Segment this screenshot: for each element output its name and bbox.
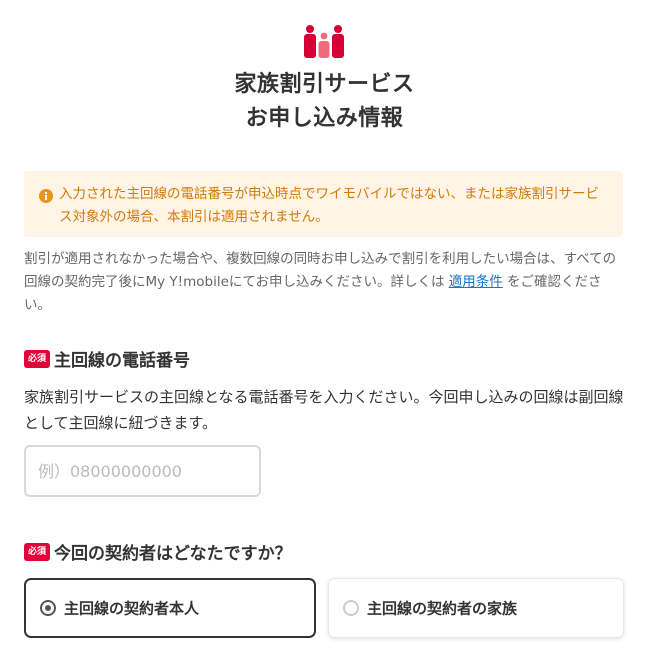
main-line-section-title: 必須 主回線の電話番号 bbox=[24, 346, 190, 371]
terms-link[interactable]: 適用条件 bbox=[449, 274, 503, 290]
info-icon bbox=[39, 189, 53, 203]
radio-unselected-icon[interactable] bbox=[343, 600, 359, 616]
discount-description: 割引が適用されなかった場合や、複数回線の同時お申し込みで割引を利用したい場合は、… bbox=[24, 248, 624, 317]
page-title-line2: お申し込み情報 bbox=[245, 106, 404, 131]
main-line-label: 主回線の電話番号 bbox=[54, 351, 191, 371]
contractor-question-label: 今回の契約者はどなたですか？ bbox=[54, 544, 292, 564]
option-label: 主回線の契約者の家族 bbox=[367, 599, 518, 618]
main-line-description: 家族割引サービスの主回線となる電話番号を入力ください。今回申し込みの回線は副回線… bbox=[24, 388, 624, 432]
option-label: 主回線の契約者本人 bbox=[64, 599, 200, 618]
required-badge: 必須 bbox=[24, 349, 51, 368]
page-title-line1: 家族割引サービス bbox=[234, 72, 415, 97]
required-badge: 必須 bbox=[24, 542, 51, 561]
family-icon bbox=[304, 25, 344, 58]
contractor-section-title: 必須 今回の契約者はどなたですか？ bbox=[24, 539, 292, 564]
radio-selected-icon[interactable] bbox=[40, 600, 56, 616]
main-line-phone-input[interactable] bbox=[24, 445, 261, 497]
option-contractor-family[interactable]: 主回線の契約者の家族 bbox=[328, 578, 624, 638]
option-main-contractor[interactable]: 主回線の契約者本人 bbox=[24, 578, 316, 638]
warning-notice: 入力された主回線の電話番号が申込時点でワイモバイルではない、または家族割引サービ… bbox=[24, 171, 623, 237]
notice-text: 入力された主回線の電話番号が申込時点でワイモバイルではない、または家族割引サービ… bbox=[59, 186, 599, 225]
